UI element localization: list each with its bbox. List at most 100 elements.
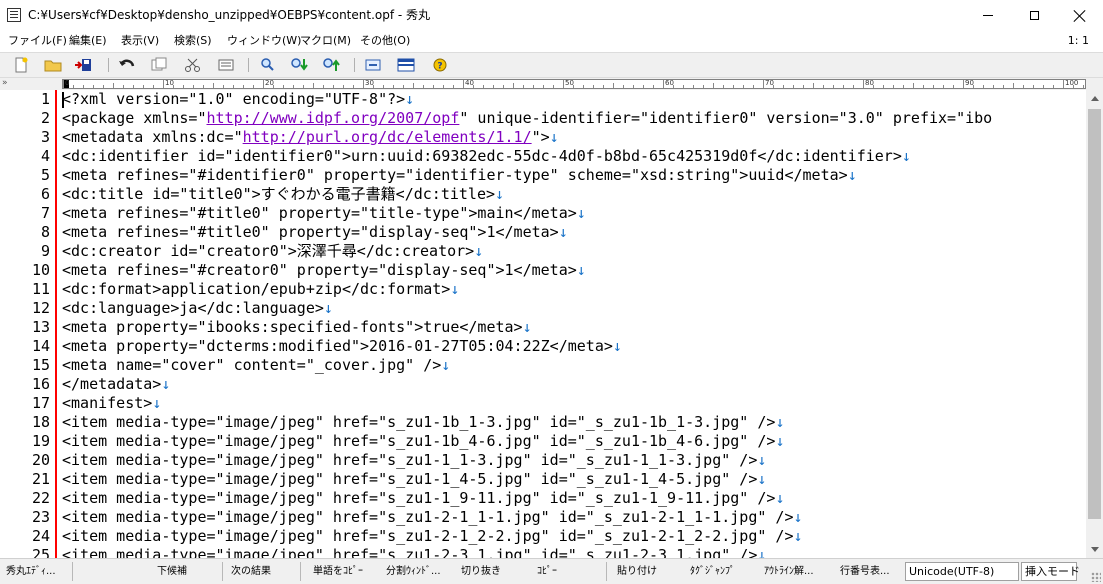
code-text: <dc:title id="title0">すぐわかる電子書籍</dc:titl… (62, 185, 496, 203)
code-url-link[interactable]: http://www.idpf.org/2007/opf (207, 109, 460, 127)
ruler-tick (503, 85, 504, 88)
code-line[interactable]: <dc:identifier id="identifier0">urn:uuid… (62, 147, 911, 166)
save-icon (75, 59, 91, 71)
find-button[interactable] (258, 56, 278, 74)
ruler-tick (513, 83, 514, 88)
copy-icon (151, 57, 167, 71)
code-line[interactable]: <dc:title id="title0">すぐわかる電子書籍</dc:titl… (62, 185, 504, 204)
code-line[interactable]: <meta refines="#identifier0" property="i… (62, 166, 857, 185)
ruler-tick (263, 80, 264, 88)
copy-button[interactable] (149, 56, 169, 74)
ruler-tick (213, 83, 214, 88)
ruler-tick (583, 85, 584, 88)
status-line-number[interactable]: 行番号表... (840, 565, 890, 578)
eol-mark: ↓ (757, 470, 767, 488)
code-line[interactable]: <item media-type="image/jpeg" href="s_zu… (62, 432, 784, 451)
code-line[interactable]: <item media-type="image/jpeg" href="s_zu… (62, 527, 803, 546)
code-line[interactable]: <item media-type="image/jpeg" href="s_zu… (62, 451, 766, 470)
ruler-tick (143, 85, 144, 88)
maximize-button[interactable] (1011, 0, 1057, 31)
scroll-thumb[interactable] (1088, 109, 1101, 519)
scroll-down-button[interactable] (1086, 541, 1103, 558)
find-next-button[interactable] (290, 56, 310, 74)
code-line[interactable]: <item media-type="image/jpeg" href="s_zu… (62, 413, 784, 432)
scroll-up-button[interactable] (1086, 90, 1103, 107)
code-text: <package xmlns=" (62, 109, 207, 127)
find-previous-button[interactable] (322, 56, 342, 74)
resize-grip[interactable] (1091, 572, 1101, 582)
editor[interactable]: 1 2 3 4 5 6 7 8 9 10 11 12 13 14 15 16 17 18 19 20 21 22 23 24 2… (0, 90, 1086, 558)
code-line[interactable]: <item media-type="image/jpeg" href="s_zu… (62, 546, 766, 558)
status-split-window[interactable]: 分割ｳｨﾝﾄﾞ... (386, 565, 441, 578)
ruler-label: 90 (965, 79, 974, 87)
status-copy[interactable]: ｺﾋﾟｰ (537, 565, 557, 578)
ruler-tick (603, 85, 604, 88)
close-button[interactable] (1057, 0, 1103, 31)
new-file-button[interactable] (11, 56, 31, 74)
status-next-candidate[interactable]: 下候補 (157, 565, 187, 578)
status-crop[interactable]: 切り抜き (461, 565, 501, 578)
status-hidemaru-editor[interactable]: 秀丸ｴﾃﾞｨ... (6, 565, 56, 578)
line-number: 17 (31, 394, 50, 412)
cut-button[interactable] (183, 56, 203, 74)
ruler-tick (893, 85, 894, 88)
ruler-tick (343, 85, 344, 88)
ruler-tick (613, 83, 614, 88)
input-mode-indicator[interactable]: 挿入モード (1021, 562, 1080, 581)
code-line[interactable]: <dc:creator id="creator0">深澤千尋</dc:creat… (62, 242, 483, 261)
help-button[interactable]: ? (430, 56, 450, 74)
ruler-label: 50 (565, 79, 574, 87)
code-line[interactable]: <meta property="ibooks:specified-fonts">… (62, 318, 532, 337)
code-line[interactable]: <item media-type="image/jpeg" href="s_zu… (62, 489, 784, 508)
eol-mark: ↓ (576, 261, 586, 279)
code-line[interactable]: <package xmlns="http://www.idpf.org/2007… (62, 109, 992, 128)
ruler-tick (1023, 85, 1024, 88)
code-line[interactable]: <meta property="dcterms:modified">2016-0… (62, 337, 622, 356)
code-line[interactable]: <?xml version="1.0" encoding="UTF-8"?>↓ (62, 90, 414, 109)
menu-edit[interactable]: 編集(E) (69, 33, 107, 49)
status-next-result[interactable]: 次の結果 (231, 565, 271, 578)
ruler-tick (323, 85, 324, 88)
status-outline[interactable]: ｱｳﾄﾗｲﾝ解... (764, 565, 814, 578)
code-url-link[interactable]: http://purl.org/dc/elements/1.1/ (243, 128, 532, 146)
code-line[interactable]: <item media-type="image/jpeg" href="s_zu… (62, 508, 803, 527)
menu-window[interactable]: ウィンドウ(W) (227, 33, 301, 49)
menu-view[interactable]: 表示(V) (121, 33, 159, 49)
menu-other[interactable]: その他(O) (360, 33, 410, 49)
save-button[interactable] (73, 56, 93, 74)
app-icon[interactable] (7, 8, 21, 22)
minimize-button[interactable] (965, 0, 1011, 31)
code-line[interactable]: </metadata>↓ (62, 375, 170, 394)
ruler-tick (73, 85, 74, 88)
line-number: 16 (31, 375, 50, 393)
menu-file[interactable]: ファイル(F) (8, 33, 67, 49)
ruler-tick (643, 85, 644, 88)
code-line[interactable]: <dc:language>ja</dc:language>↓ (62, 299, 333, 318)
code-text: <manifest> (62, 394, 153, 412)
undo-button[interactable] (117, 56, 137, 74)
code-line[interactable]: <dc:format>application/epub+zip</dc:form… (62, 280, 459, 299)
code-line[interactable]: <meta name="cover" content="_cover.jpg" … (62, 356, 450, 375)
eol-mark: ↓ (558, 223, 568, 241)
ruler-tick (943, 85, 944, 88)
ruler-tick (733, 85, 734, 88)
code-line[interactable]: <meta refines="#title0" property="displa… (62, 223, 568, 242)
code-line[interactable]: <meta refines="#title0" property="title-… (62, 204, 586, 223)
tag-jump-button[interactable] (363, 56, 383, 74)
ruler-label: 10 (165, 79, 174, 87)
code-line[interactable]: <manifest>↓ (62, 394, 161, 413)
code-line[interactable]: <meta refines="#creator0" property="disp… (62, 261, 586, 280)
split-window-button[interactable] (396, 56, 416, 74)
code-line[interactable]: <metadata xmlns:dc="http://purl.org/dc/e… (62, 128, 559, 147)
vertical-scrollbar[interactable] (1086, 90, 1103, 558)
menu-macro[interactable]: マクロ(M) (300, 33, 351, 49)
open-file-button[interactable] (43, 56, 63, 74)
ruler-tick (683, 85, 684, 88)
status-copy-word[interactable]: 単語をｺﾋﾟｰ (313, 565, 363, 578)
status-tag-jump[interactable]: ﾀｸﾞｼﾞｬﾝﾌﾟ (690, 565, 735, 578)
status-paste[interactable]: 貼り付け (617, 565, 657, 578)
encoding-indicator[interactable]: Unicode(UTF-8) (905, 562, 1019, 581)
code-line[interactable]: <item media-type="image/jpeg" href="s_zu… (62, 470, 766, 489)
menu-search[interactable]: 検索(S) (174, 33, 212, 49)
paste-button[interactable] (216, 56, 236, 74)
